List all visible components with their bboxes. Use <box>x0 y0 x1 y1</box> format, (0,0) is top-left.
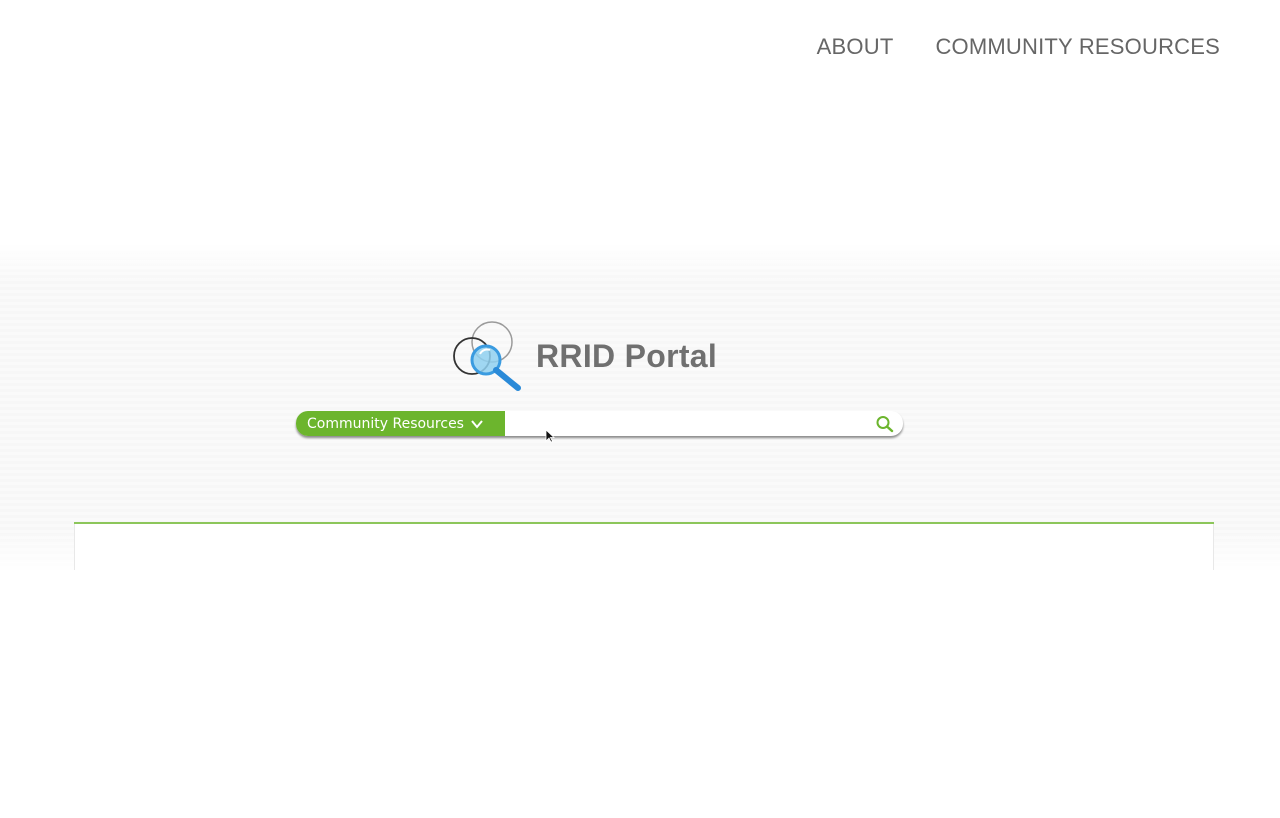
logo-title: RRID Portal <box>536 337 718 374</box>
category-dropdown[interactable]: Community Resources <box>296 411 505 436</box>
nav-community-resources-link[interactable]: COMMUNITY RESOURCES <box>935 34 1220 60</box>
nav-about-link[interactable]: ABOUT <box>817 34 894 60</box>
chevron-down-icon <box>471 419 483 429</box>
search-input[interactable] <box>505 411 867 436</box>
magnifier-over-circles-icon <box>453 321 521 391</box>
top-navigation: ABOUT COMMUNITY RESOURCES <box>817 34 1220 60</box>
mouse-pointer-icon <box>545 429 555 443</box>
search-icon <box>876 415 894 432</box>
search-bar: Community Resources <box>296 411 903 436</box>
page: ABOUT COMMUNITY RESOURCES RRID Portal Co… <box>0 0 1280 818</box>
content-panel <box>74 524 1214 570</box>
category-dropdown-label: Community Resources <box>307 415 464 432</box>
rrid-portal-logo[interactable]: RRID Portal <box>452 320 717 392</box>
search-button[interactable] <box>867 411 903 436</box>
